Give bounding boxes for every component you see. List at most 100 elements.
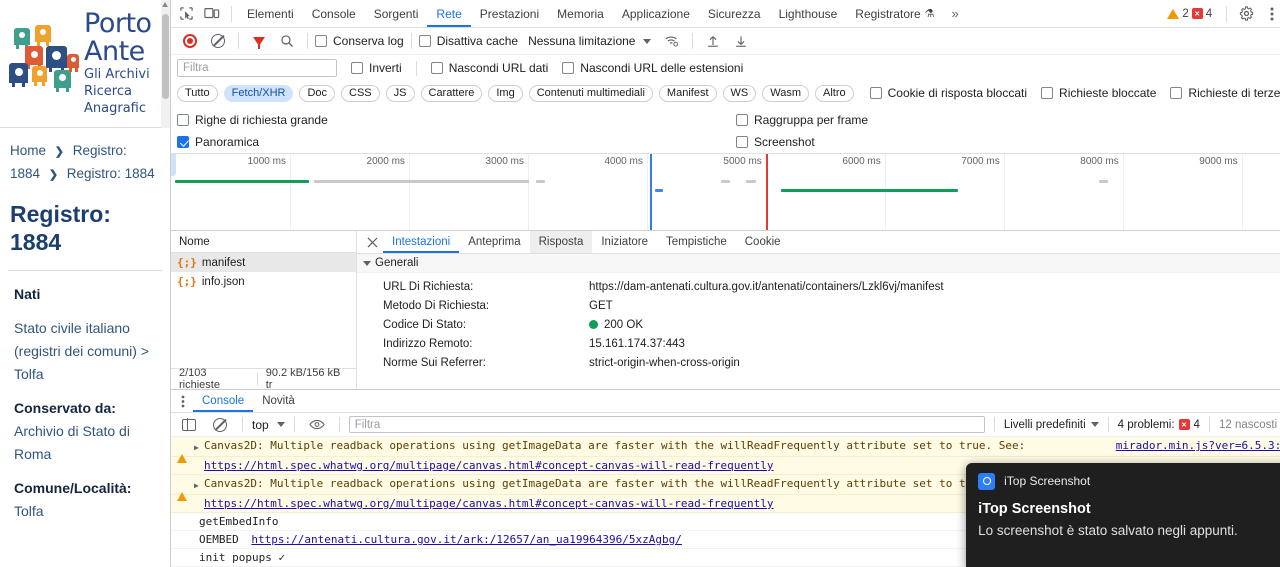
detail-tab-risposta[interactable]: Risposta bbox=[529, 231, 593, 253]
request-list-header[interactable]: Nome bbox=[171, 231, 356, 253]
scroll-up-arrow-icon[interactable] bbox=[162, 2, 168, 7]
overview-row: Panoramica bbox=[177, 131, 1280, 153]
console-clear-icon[interactable] bbox=[207, 413, 233, 437]
site-brand: Porto Ante Gli Archivi Ricerca Anagrafic bbox=[84, 8, 152, 127]
export-har-icon[interactable] bbox=[728, 29, 754, 53]
console-context-select[interactable]: top bbox=[252, 418, 285, 432]
tab-console[interactable]: Console bbox=[303, 0, 365, 27]
detail-tab-tempistiche[interactable]: Tempistiche bbox=[657, 231, 736, 253]
device-toolbar-icon[interactable] bbox=[199, 2, 225, 26]
page-scrollbar[interactable] bbox=[161, 0, 170, 128]
wifi-settings-icon[interactable] bbox=[659, 29, 685, 53]
console-warn-link-1[interactable]: https://html.spec.whatwg.org/multipage/c… bbox=[204, 459, 774, 472]
overview-tick-2000-ms: 2000 ms bbox=[366, 156, 405, 167]
general-section-header[interactable]: Generali bbox=[357, 254, 1280, 273]
chip-js[interactable]: JS bbox=[385, 84, 415, 102]
drawer-more-kebab-icon[interactable] bbox=[173, 395, 193, 408]
console-problems-badge[interactable]: 4 problemi: 4 bbox=[1118, 419, 1200, 431]
drawer-tab-console[interactable]: Console bbox=[193, 390, 253, 412]
tab-elementi[interactable]: Elementi bbox=[238, 0, 303, 27]
import-har-icon[interactable] bbox=[700, 29, 726, 53]
console-message-warning-1[interactable]: ▶ Canvas2D: Multiple readback operations… bbox=[171, 437, 1280, 463]
filter-funnel-icon[interactable] bbox=[246, 29, 272, 53]
scrollbar-thumb[interactable] bbox=[162, 14, 169, 99]
detail-tab-intestazioni[interactable]: Intestazioni bbox=[383, 231, 459, 253]
record-button[interactable] bbox=[177, 29, 203, 53]
gear-icon[interactable] bbox=[1233, 2, 1259, 26]
detail-tab-anteprima[interactable]: Anteprima bbox=[459, 231, 529, 253]
expand-arrow-icon-2[interactable]: ▶ bbox=[194, 478, 204, 493]
tab-rete[interactable]: Rete bbox=[427, 0, 470, 27]
third-party-checkbox[interactable]: Richieste di terze parti bbox=[1170, 86, 1280, 100]
overview-tick-9000-ms: 9000 ms bbox=[1199, 156, 1238, 167]
overview-checkbox[interactable]: Panoramica bbox=[177, 135, 259, 149]
brand-sub-1: Gli Archivi bbox=[84, 67, 150, 82]
search-icon[interactable] bbox=[274, 29, 300, 53]
chip-wasm[interactable]: Wasm bbox=[762, 84, 809, 102]
console-divider-5 bbox=[1107, 417, 1109, 432]
group-by-frame-checkbox[interactable]: Raggruppa per frame bbox=[736, 113, 868, 127]
network-display-options-right: Raggruppa per frame Screenshot bbox=[736, 109, 868, 153]
chip-manifest[interactable]: Manifest bbox=[658, 84, 717, 102]
blocked-cookies-checkbox[interactable]: Cookie di risposta bloccati bbox=[869, 86, 1027, 100]
antenati-logo-icon bbox=[4, 22, 79, 96]
throttling-select[interactable]: Nessuna limitazione bbox=[528, 34, 652, 48]
tab-memoria[interactable]: Memoria bbox=[548, 0, 613, 27]
throttling-value: Nessuna limitazione bbox=[528, 34, 636, 48]
live-expression-eye-icon[interactable] bbox=[304, 413, 330, 437]
chip-ws[interactable]: WS bbox=[722, 84, 757, 102]
more-tabs-icon[interactable]: » bbox=[944, 6, 967, 21]
chip-tutto[interactable]: Tutto bbox=[177, 84, 218, 102]
chip-css[interactable]: CSS bbox=[341, 84, 380, 102]
console-oembed-link[interactable]: https://antenati.cultura.gov.it/ark:/126… bbox=[251, 533, 681, 546]
inspect-element-icon[interactable] bbox=[173, 2, 199, 26]
breadcrumb-item-home[interactable]: Home bbox=[10, 143, 46, 158]
console-filter-input[interactable] bbox=[348, 416, 985, 433]
expand-arrow-icon-1[interactable]: ▶ bbox=[194, 440, 204, 455]
tab-registratore[interactable]: Registratore ⚗ bbox=[846, 0, 943, 27]
hide-extension-urls-checkbox[interactable]: Nascondi URL delle estensioni bbox=[562, 61, 743, 75]
detail-key-request-method: Metodo Di Richiesta: bbox=[383, 299, 490, 312]
chip-altro[interactable]: Altro bbox=[815, 84, 854, 102]
warning-triangle-icon bbox=[1167, 8, 1180, 19]
screenshot-checkbox[interactable]: Screenshot bbox=[736, 135, 815, 149]
tab-lighthouse[interactable]: Lighthouse bbox=[770, 0, 847, 27]
tab-applicazione[interactable]: Applicazione bbox=[613, 0, 699, 27]
detail-tab-cookie[interactable]: Cookie bbox=[736, 231, 790, 253]
request-row-manifest[interactable]: {;} manifest bbox=[171, 253, 356, 272]
detail-value-request-url[interactable]: https://dam-antenati.cultura.gov.it/ante… bbox=[589, 281, 944, 293]
console-warn-link-2[interactable]: https://html.spec.whatwg.org/multipage/c… bbox=[204, 497, 774, 510]
info-archive-path[interactable]: Stato civile italiano (registri dei comu… bbox=[14, 317, 156, 386]
more-options-kebab-icon[interactable] bbox=[1259, 2, 1280, 26]
network-overview-timeline[interactable]: 1000 ms 2000 ms 3000 ms 4000 ms 5000 ms 6000 … bbox=[171, 153, 1280, 231]
disable-cache-checkbox[interactable]: Disattiva cache bbox=[418, 34, 518, 48]
chip-doc[interactable]: Doc bbox=[299, 84, 336, 102]
warning-triangle-icon-1 bbox=[177, 440, 191, 463]
tab-sorgenti[interactable]: Sorgenti bbox=[365, 0, 428, 27]
console-message-source-1[interactable]: mirador.min.js?ver=6.5.3:151 bbox=[1108, 438, 1280, 453]
overview-selection-handle-left[interactable] bbox=[171, 154, 176, 176]
network-filter-input[interactable] bbox=[177, 59, 337, 77]
detail-tab-iniziatore[interactable]: Iniziatore bbox=[592, 231, 657, 253]
hide-data-urls-checkbox[interactable]: Nascondi URL dati bbox=[430, 61, 548, 75]
blocked-requests-checkbox[interactable]: Richieste bloccate bbox=[1041, 86, 1156, 100]
breadcrumb-item-2[interactable]: Registro: 1884 bbox=[67, 166, 155, 181]
hide-extension-urls-label: Nascondi URL delle estensioni bbox=[580, 61, 744, 75]
chip-fetch-xhr[interactable]: Fetch/XHR bbox=[223, 84, 294, 102]
request-row-info-json[interactable]: {;} info.json bbox=[171, 272, 356, 291]
chip-img[interactable]: Img bbox=[488, 84, 523, 102]
tab-prestazioni[interactable]: Prestazioni bbox=[471, 0, 548, 27]
big-rows-checkbox[interactable]: Righe di richiesta grande bbox=[177, 113, 328, 127]
tab-sicurezza[interactable]: Sicurezza bbox=[699, 0, 770, 27]
warning-triangle-icon-2 bbox=[177, 478, 191, 501]
invert-checkbox[interactable]: Inverti bbox=[351, 61, 402, 75]
chip-carattere[interactable]: Carattere bbox=[420, 84, 483, 102]
chip-contenuti-multimediali[interactable]: Contenuti multimediali bbox=[528, 84, 653, 102]
console-levels-select[interactable]: Livelli predefiniti bbox=[1004, 419, 1099, 431]
preserve-log-checkbox[interactable]: Conserva log bbox=[315, 34, 404, 48]
clear-button[interactable] bbox=[205, 29, 231, 53]
close-detail-icon[interactable] bbox=[361, 231, 383, 253]
drawer-tab-novita[interactable]: Novità bbox=[253, 390, 304, 412]
console-sidebar-toggle-icon[interactable] bbox=[176, 413, 202, 437]
issue-badges[interactable]: 2 4 bbox=[1167, 8, 1212, 20]
